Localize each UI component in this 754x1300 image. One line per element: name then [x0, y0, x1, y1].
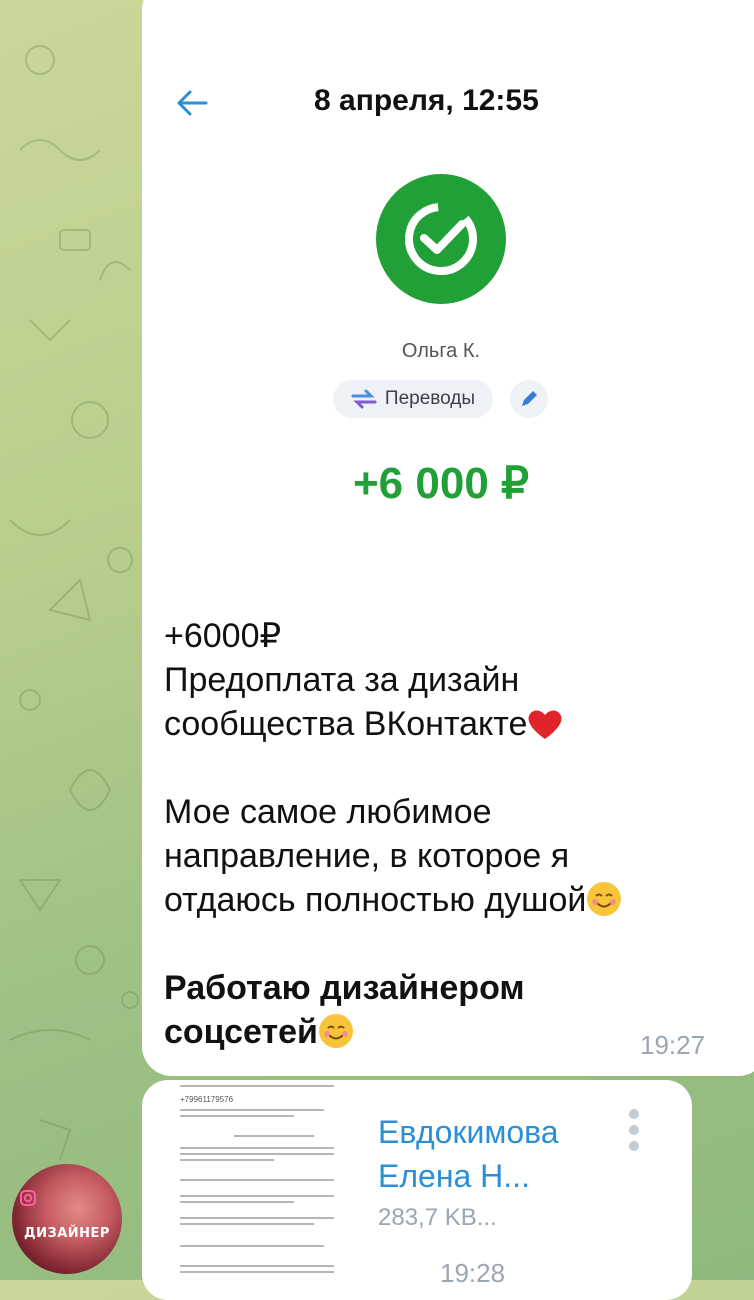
message-line: Мое самое любимое	[164, 793, 492, 831]
message-line: +6000₽	[164, 617, 282, 655]
file-size: 283,7 KB...	[378, 1204, 497, 1231]
file-name[interactable]: Евдокимова Елена Н...	[378, 1110, 628, 1198]
edit-category-button[interactable]	[510, 380, 548, 418]
more-menu-icon[interactable]	[626, 1106, 642, 1154]
message-line: Работаю дизайнером	[164, 969, 525, 1007]
payment-amount: +6 000 ₽	[352, 459, 530, 508]
message-line: отдаюсь полностью душой	[164, 878, 734, 922]
avatar[interactable]: ДИЗАЙНЕР	[12, 1164, 122, 1274]
smiling-emoji-icon	[318, 1014, 353, 1048]
sber-check-icon	[405, 203, 477, 275]
sber-logo	[376, 174, 506, 304]
message-text: +6000₽ Предоплата за дизайн сообщества В…	[164, 614, 734, 1054]
payment-date: 8 апреля, 12:55	[314, 84, 539, 117]
message-line: Предоплата за дизайн	[164, 661, 520, 699]
message-line-text: отдаюсь полностью душой	[164, 881, 587, 919]
message-line: направление, в которое я	[164, 837, 570, 875]
document-preview: +79961179576	[180, 1085, 334, 1273]
instagram-icon	[20, 1190, 36, 1206]
message-time: 19:27	[640, 1030, 706, 1060]
back-arrow-icon[interactable]	[174, 88, 208, 118]
avatar-label: ДИЗАЙНЕР	[24, 1226, 110, 1241]
file-time: 19:28	[440, 1258, 506, 1288]
message-line-text: сообщества ВКонтакте	[164, 705, 528, 743]
smiling-emoji-icon	[587, 882, 622, 916]
document-thumbnail[interactable]: +79961179576	[174, 1080, 342, 1290]
file-message-bubble[interactable]: +79961179576 Евдокимова Елена Н... 283,7…	[142, 1080, 692, 1300]
file-name-line: Елена Н...	[378, 1158, 530, 1194]
heart-emoji-icon	[528, 710, 562, 739]
document-phone: +79961179576	[180, 1095, 234, 1104]
message-line: сообщества ВКонтакте	[164, 702, 734, 746]
category-chip[interactable]: Переводы	[333, 380, 493, 418]
transfer-arrows-icon	[351, 389, 377, 409]
category-label: Переводы	[384, 388, 476, 409]
file-name-line: Евдокимова	[378, 1114, 559, 1150]
payment-message-bubble[interactable]: 8 апреля, 12:55 Ольга К. Переводы +6 000…	[142, 0, 754, 1076]
pencil-icon	[522, 391, 537, 406]
sender-name: Ольга К.	[401, 340, 481, 362]
message-line-text: соцсетей	[164, 1013, 318, 1051]
